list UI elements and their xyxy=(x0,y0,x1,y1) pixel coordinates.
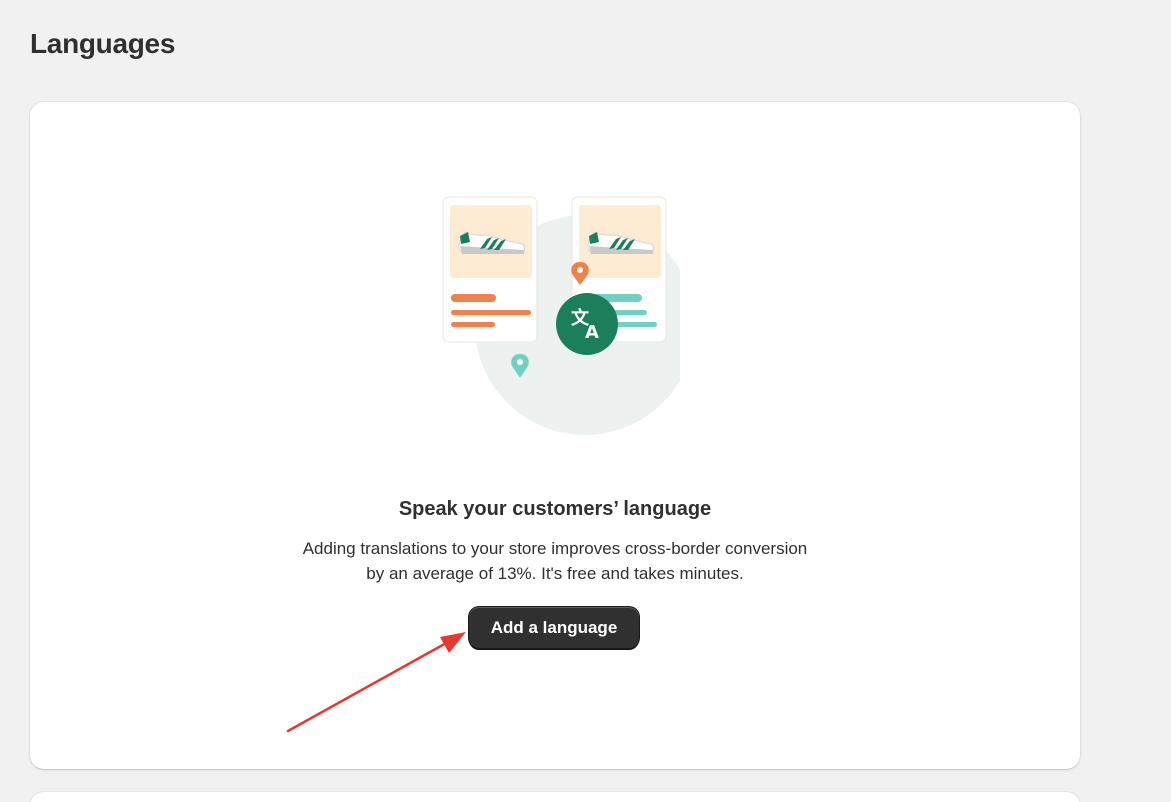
languages-page: Languages 文 A Speak your customers’ lang… xyxy=(0,0,1171,802)
product-card-left xyxy=(442,196,538,343)
empty-state-description-line: by an average of 13%. It's free and take… xyxy=(366,564,744,583)
languages-empty-state-card: 文 A Speak your customers’ language Addin… xyxy=(30,102,1080,769)
add-language-button[interactable]: Add a language xyxy=(469,607,639,648)
next-card xyxy=(30,792,1080,802)
svg-text:A: A xyxy=(585,322,599,343)
empty-state-heading: Speak your customers’ language xyxy=(398,498,712,520)
page-title: Languages xyxy=(30,28,176,59)
translation-illustration: 文 A xyxy=(442,196,680,435)
empty-state-description-line: Adding translations to your store improv… xyxy=(302,539,808,558)
translate-icon: 文 A xyxy=(556,293,618,355)
empty-state-description: Adding translations to your store improv… xyxy=(255,536,855,586)
